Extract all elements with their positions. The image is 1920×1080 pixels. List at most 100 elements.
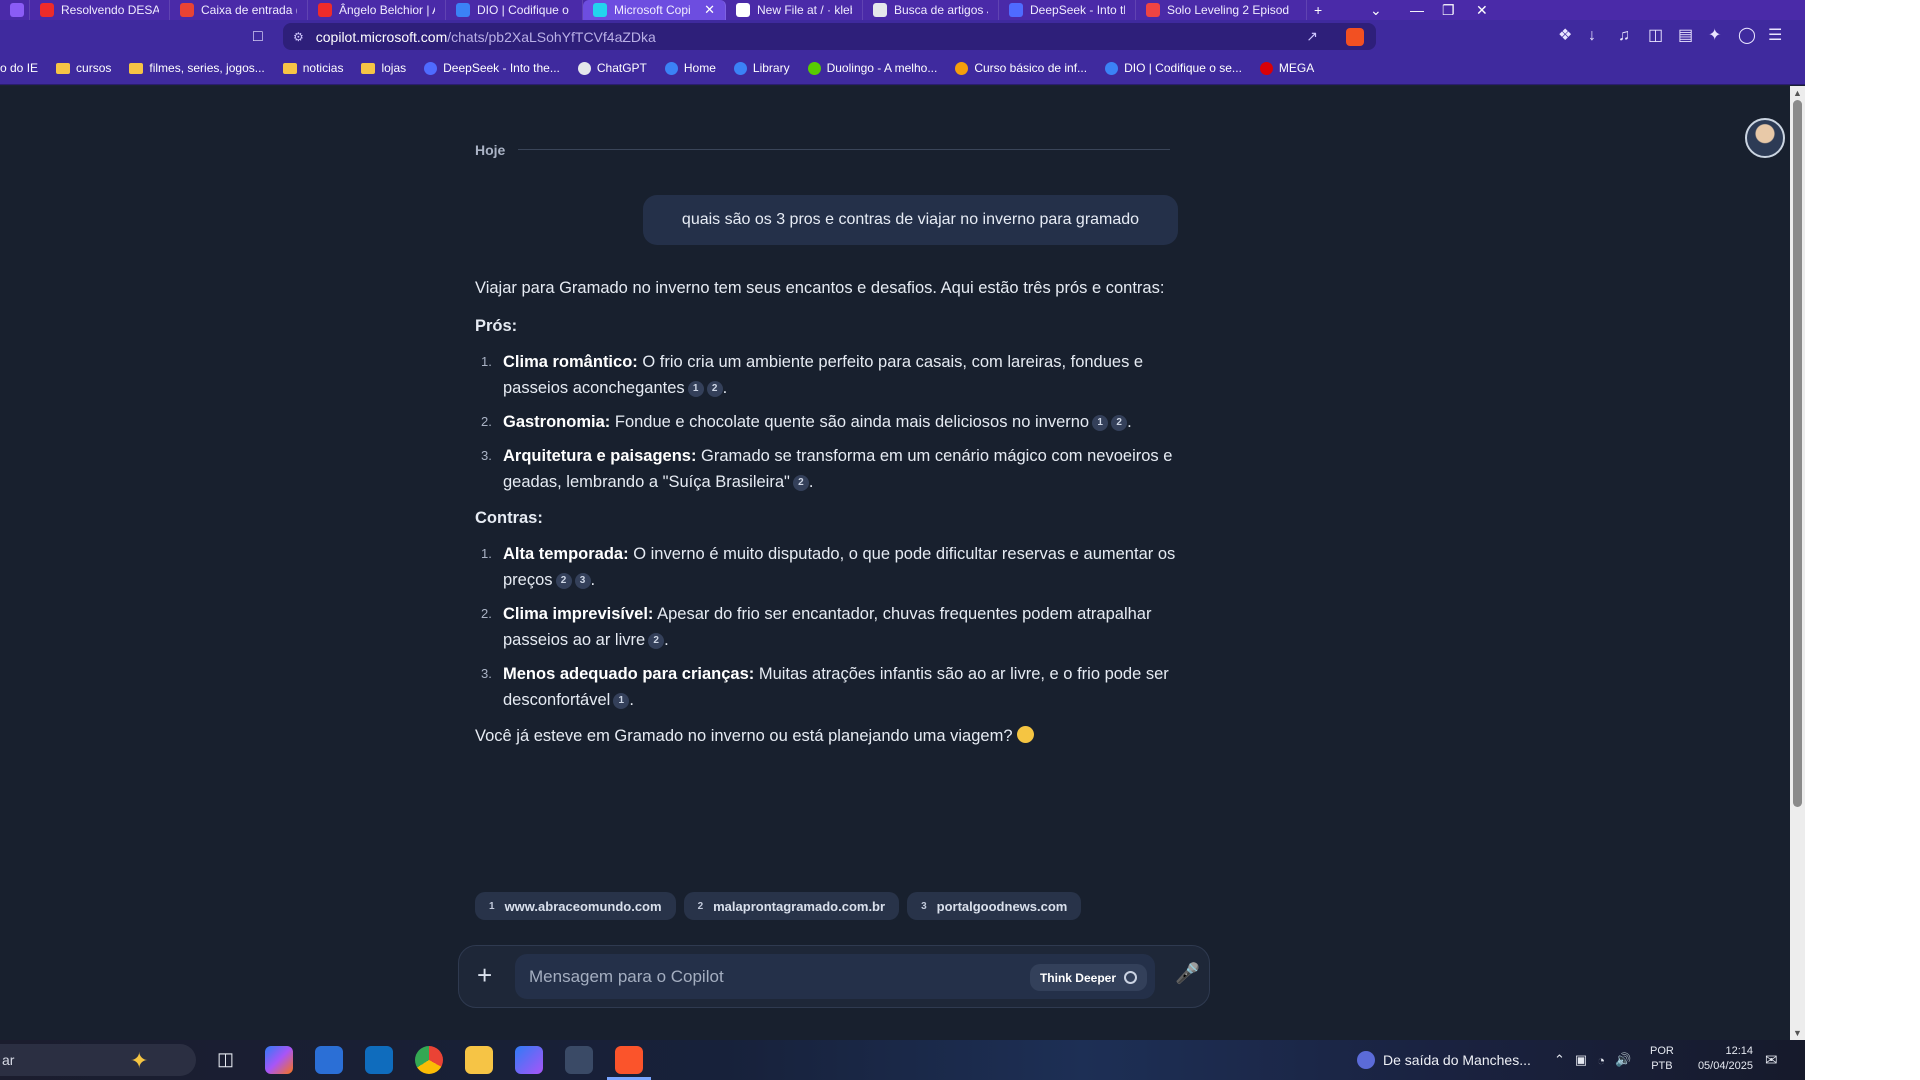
bookmark-item[interactable]: MEGA: [1259, 61, 1314, 75]
bookmark-item[interactable]: DeepSeek - Into the...: [424, 61, 560, 75]
notification-icon[interactable]: ✉: [1765, 1051, 1778, 1069]
brave-shields-icon[interactable]: [1346, 27, 1364, 46]
music-icon[interactable]: ♫: [1618, 28, 1630, 44]
tray-chevron-icon[interactable]: ⌃: [1554, 1052, 1565, 1068]
outlook-app-icon[interactable]: [365, 1046, 393, 1074]
browser-tab[interactable]: DIO | Codifique o s: [446, 0, 583, 20]
language-indicator[interactable]: POR PTB: [1650, 1044, 1674, 1074]
bookmark-item[interactable]: Curso básico de inf...: [955, 61, 1087, 75]
browser-tab[interactable]: Busca de artigos Java: [863, 0, 999, 20]
restore-button[interactable]: ❐: [1442, 0, 1455, 20]
download-icon[interactable]: ↓: [1588, 28, 1596, 44]
browser-tab[interactable]: Microsoft Copilot ✕: [583, 0, 726, 20]
citation-badge[interactable]: 3: [574, 573, 591, 589]
volume-icon[interactable]: 🔊: [1615, 1052, 1631, 1068]
scroll-up-arrow-icon[interactable]: ▲: [1793, 88, 1802, 98]
citation-badge[interactable]: 2: [1111, 415, 1128, 431]
user-avatar[interactable]: [1745, 118, 1785, 158]
display-icon[interactable]: ▣: [1575, 1052, 1587, 1068]
sentence-period: .: [629, 691, 634, 709]
leo-ai-icon[interactable]: ✦: [1708, 28, 1721, 44]
bookmark-item[interactable]: Duolingo - A melho...: [807, 61, 937, 75]
tab-favicon-icon: [1146, 3, 1160, 17]
wifi-icon[interactable]: ◔: [1597, 1053, 1605, 1068]
bookmark-item[interactable]: ChatGPT: [577, 61, 647, 75]
scroll-thumb[interactable]: [1793, 100, 1802, 807]
response-intro: Viajar para Gramado no inverno tem seus …: [475, 279, 1165, 297]
list-item: 2. Clima imprevisível: Apesar do frio ser…: [475, 601, 1185, 653]
microphone-icon[interactable]: 🎤: [1175, 961, 1200, 986]
source-chip[interactable]: 2 malaprontagramado.com.br: [683, 892, 900, 920]
bookmark-icon[interactable]: □: [253, 29, 263, 45]
date-divider-line: [518, 149, 1170, 150]
item-title: Clima romântico:: [503, 353, 638, 371]
news-widget[interactable]: De saída do Manches...: [1357, 1040, 1531, 1080]
vpn-shield-icon[interactable]: ◯: [1738, 28, 1756, 44]
new-tab-button[interactable]: +: [1314, 0, 1322, 20]
message-input[interactable]: [529, 954, 989, 999]
browser-tab[interactable]: Caixa de entrada (8.14: [170, 0, 308, 20]
tab-list-chevron-icon[interactable]: ⌄: [1370, 0, 1382, 20]
menu-icon[interactable]: ☰: [1768, 28, 1782, 44]
browser-tab[interactable]: IO |: [0, 0, 30, 20]
tab-close-icon[interactable]: ✕: [704, 2, 715, 18]
extensions-icon[interactable]: ❖: [1558, 28, 1572, 44]
citation-badge[interactable]: 2: [555, 573, 572, 589]
citation-badge[interactable]: 1: [1092, 415, 1109, 431]
message-input-wrapper: Think Deeper: [515, 954, 1155, 999]
citation-badge[interactable]: 2: [792, 475, 809, 491]
item-title: Clima imprevisível:: [503, 605, 654, 623]
m365-app-icon[interactable]: [515, 1046, 543, 1074]
screen: IO | Resolvendo DESAFIO F Caixa de entrada…: [0, 0, 1805, 1080]
bookmark-item[interactable]: Home: [664, 61, 716, 75]
bookmark-item[interactable]: lojas: [361, 61, 406, 75]
minimize-button[interactable]: —: [1410, 0, 1424, 20]
browser-tab[interactable]: New File at / · kleberg: [726, 0, 863, 20]
source-chip[interactable]: 3 portalgoodnews.com: [907, 892, 1082, 920]
taskbar-search[interactable]: ar ✦: [0, 1044, 196, 1076]
bookmark-item[interactable]: Library: [733, 61, 790, 75]
language-line-1: POR: [1650, 1045, 1674, 1057]
calculator-app-icon[interactable]: [565, 1046, 593, 1074]
site-settings-icon[interactable]: ⚙: [293, 30, 304, 44]
tab-favicon-icon: [736, 3, 750, 17]
folder-icon: [56, 62, 71, 74]
chrome-app-icon[interactable]: [415, 1046, 443, 1074]
citation-badge[interactable]: 1: [613, 693, 630, 709]
browser-tab[interactable]: Ângelo Belchior | Azur: [308, 0, 446, 20]
bookmark-item[interactable]: o do IE: [0, 61, 38, 75]
citation-badge[interactable]: 1: [687, 381, 704, 397]
citation-badge[interactable]: 2: [706, 381, 723, 397]
folder-icon: [361, 62, 376, 74]
brave-app-icon[interactable]: [607, 1046, 651, 1080]
citation-badge[interactable]: 2: [648, 633, 665, 649]
bookmark-label: Library: [752, 61, 790, 75]
wallet-icon[interactable]: ▤: [1678, 28, 1693, 44]
tab-label: New File at / · kleberg: [757, 3, 852, 17]
tab-favicon-icon: [873, 3, 887, 17]
store-app-icon[interactable]: [315, 1046, 343, 1074]
bookmark-item[interactable]: DIO | Codifique o se...: [1105, 61, 1242, 75]
sidebar-icon[interactable]: ◫: [1648, 28, 1663, 44]
taskbar: ar ✦ ◫ De saída do Manches... ⌃ ▣ ◔ 🔊 PO…: [0, 1040, 1805, 1080]
browser-tab[interactable]: DeepSeek - Into the U: [999, 0, 1136, 20]
tab-label: DIO | Codifique o s: [477, 3, 572, 17]
page-scrollbar[interactable]: ▲ ▼: [1790, 86, 1805, 1040]
bookmark-item[interactable]: filmes, series, jogos...: [129, 61, 265, 75]
attach-plus-button[interactable]: +: [477, 960, 492, 990]
bookmark-item[interactable]: noticias: [282, 61, 343, 75]
file-explorer-icon[interactable]: [465, 1046, 493, 1074]
share-icon[interactable]: ↗: [1306, 28, 1318, 45]
browser-tab[interactable]: Resolvendo DESAFIO F: [30, 0, 170, 20]
bookmark-item[interactable]: cursos: [56, 61, 111, 75]
source-chip[interactable]: 1 www.abraceomundo.com: [475, 892, 676, 920]
think-deeper-button[interactable]: Think Deeper: [1029, 964, 1147, 991]
clock[interactable]: 12:14 05/04/2025: [1683, 1044, 1753, 1074]
copilot-app-icon[interactable]: [265, 1046, 293, 1074]
language-line-2: PTB: [1651, 1060, 1673, 1072]
task-view-icon[interactable]: ◫: [217, 1049, 234, 1070]
url-field[interactable]: ⚙ copilot.microsoft.com/chats/pb2XaLSohY…: [283, 23, 1376, 50]
close-window-button[interactable]: ✕: [1476, 0, 1488, 20]
scroll-down-arrow-icon[interactable]: ▼: [1793, 1028, 1802, 1038]
browser-tab[interactable]: Solo Leveling 2 Episod: [1136, 0, 1307, 20]
